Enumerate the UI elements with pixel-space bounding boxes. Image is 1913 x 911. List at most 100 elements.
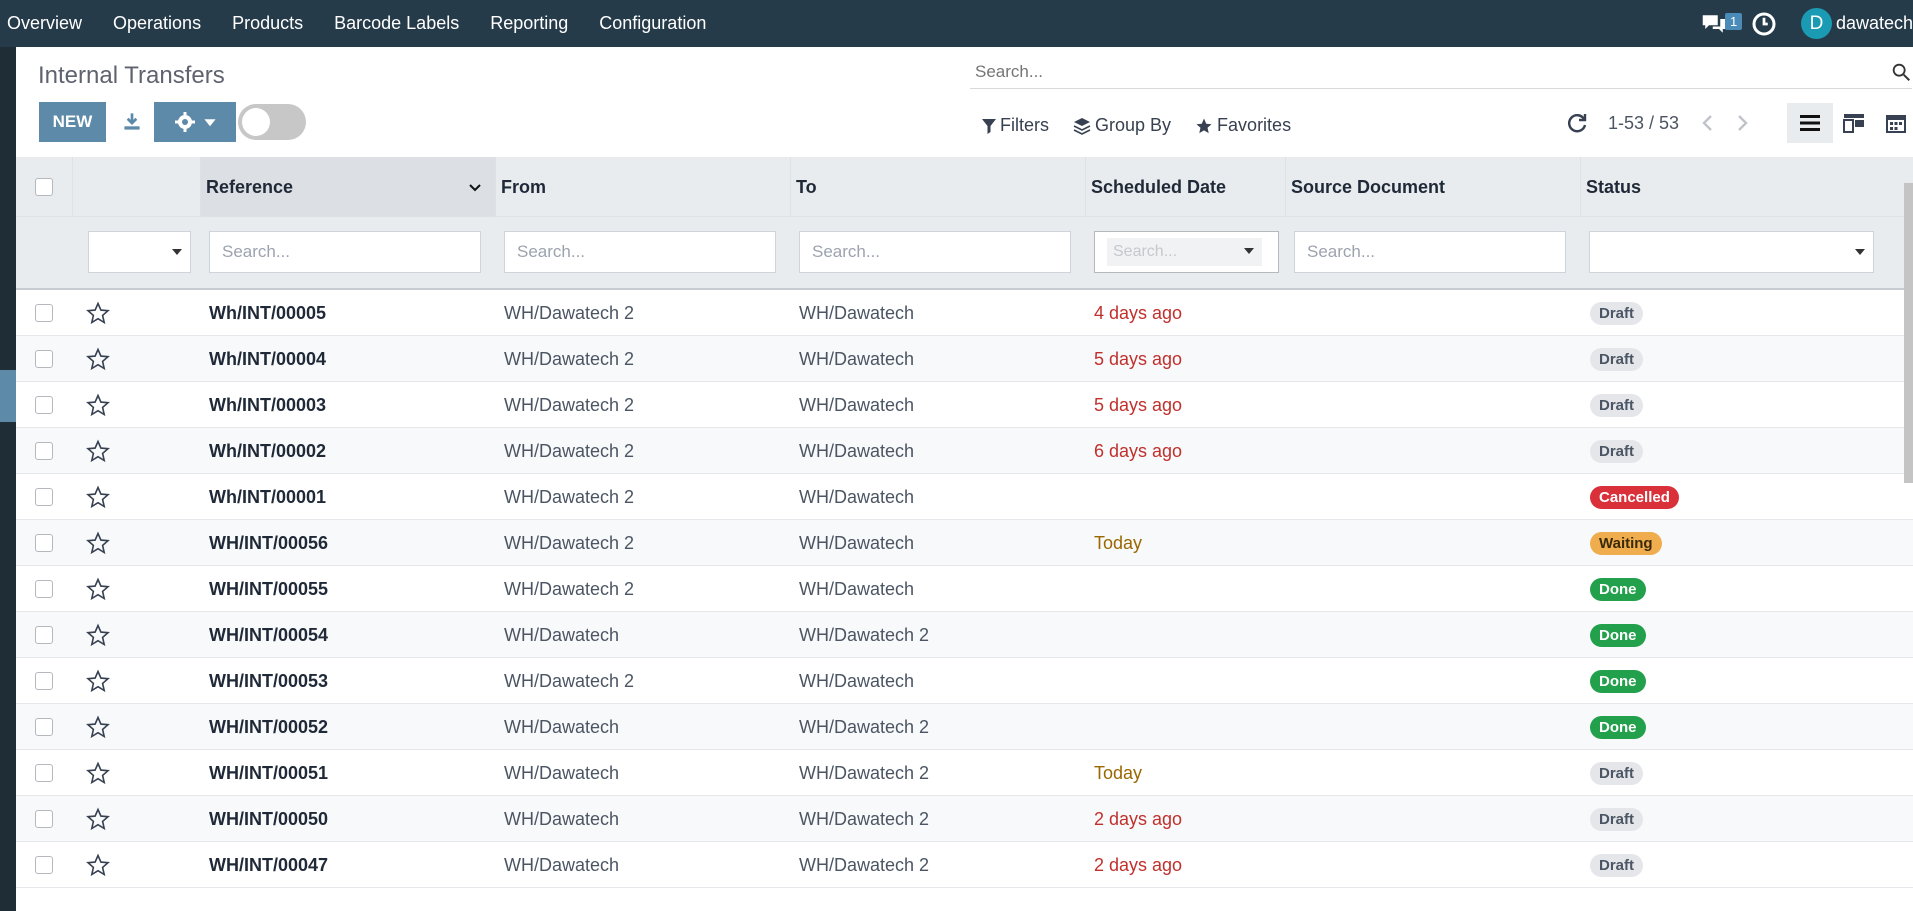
star-outline-icon[interactable]: [86, 669, 110, 693]
row-checkbox[interactable]: [35, 488, 53, 506]
column-from[interactable]: From: [496, 157, 791, 217]
reference-cell[interactable]: WH/INT/00052: [209, 704, 328, 750]
menu-overview[interactable]: Overview: [0, 13, 98, 34]
download-button[interactable]: [119, 109, 145, 135]
vertical-scrollbar[interactable]: [1904, 183, 1913, 483]
column-reference[interactable]: Reference: [201, 157, 496, 217]
row-checkbox[interactable]: [35, 304, 53, 322]
star-outline-icon[interactable]: [86, 347, 110, 371]
row-checkbox[interactable]: [35, 764, 53, 782]
star-outline-icon[interactable]: [86, 853, 110, 877]
row-checkbox[interactable]: [35, 396, 53, 414]
reference-cell[interactable]: Wh/INT/00005: [209, 290, 326, 336]
menu-products[interactable]: Products: [225, 13, 319, 34]
reference-cell[interactable]: Wh/INT/00003: [209, 382, 326, 428]
row-checkbox[interactable]: [35, 718, 53, 736]
reference-cell[interactable]: WH/INT/00054: [209, 612, 328, 658]
star-outline-icon[interactable]: [86, 623, 110, 647]
source-document-filter-input[interactable]: Search...: [1294, 231, 1566, 273]
column-status[interactable]: Status: [1581, 157, 1913, 217]
from-filter-input[interactable]: Search...: [504, 231, 776, 273]
list-view-button[interactable]: [1787, 103, 1833, 143]
menu-barcode-labels[interactable]: Barcode Labels: [327, 13, 475, 34]
status-filter-select[interactable]: [1589, 231, 1874, 273]
reference-filter-input[interactable]: Search...: [209, 231, 481, 273]
row-checkbox[interactable]: [35, 580, 53, 598]
new-button[interactable]: NEW: [39, 102, 106, 142]
from-cell: WH/Dawatech: [504, 624, 620, 645]
table-row[interactable]: Wh/INT/00001 WH/Dawatech 2 WH/Dawatech Canc…: [16, 474, 1913, 520]
row-checkbox[interactable]: [35, 626, 53, 644]
row-checkbox[interactable]: [35, 672, 53, 690]
table-row[interactable]: WH/INT/00056 WH/Dawatech 2 WH/Dawatech Toda…: [16, 520, 1913, 566]
status-cell: Done: [1590, 704, 1646, 750]
user-avatar[interactable]: D: [1800, 8, 1832, 39]
row-checkbox-cell: [35, 842, 55, 888]
chevron-left-icon[interactable]: [1698, 111, 1718, 135]
to-cell: WH/Dawatech: [799, 670, 915, 691]
table-row[interactable]: Wh/INT/00003 WH/Dawatech 2 WH/Dawatech 5 da…: [16, 382, 1913, 428]
menu-operations[interactable]: Operations: [106, 13, 217, 34]
star-outline-icon[interactable]: [86, 393, 110, 417]
search-input[interactable]: [970, 57, 1860, 87]
view-toggle-switch[interactable]: [238, 104, 306, 140]
side-handle[interactable]: [0, 370, 16, 422]
row-checkbox[interactable]: [35, 856, 53, 874]
column-scheduled-date[interactable]: Scheduled Date: [1086, 157, 1286, 217]
activity-button[interactable]: [1749, 9, 1779, 39]
scheduled-date-filter-select[interactable]: Search...: [1094, 231, 1279, 273]
to-cell: WH/Dawatech: [799, 302, 915, 323]
row-checkbox[interactable]: [35, 810, 53, 828]
star-outline-icon[interactable]: [86, 577, 110, 601]
table-row[interactable]: WH/INT/00050 WH/Dawatech WH/Dawatech 2 2 da…: [16, 796, 1913, 842]
row-checkbox[interactable]: [35, 534, 53, 552]
star-outline-icon[interactable]: [86, 531, 110, 555]
chevron-right-icon[interactable]: [1732, 111, 1752, 135]
calendar-icon[interactable]: [1884, 111, 1908, 135]
refresh-icon[interactable]: [1565, 111, 1589, 135]
reference-cell[interactable]: WH/INT/00055: [209, 566, 328, 612]
star-outline-icon[interactable]: [86, 761, 110, 785]
reference-cell[interactable]: WH/INT/00056: [209, 520, 328, 566]
row-checkbox[interactable]: [35, 350, 53, 368]
favorites-button[interactable]: Favorites: [1195, 115, 1291, 136]
reference-cell[interactable]: WH/INT/00051: [209, 750, 328, 796]
filters-button[interactable]: Filters: [982, 115, 1049, 136]
table-row[interactable]: Wh/INT/00002 WH/Dawatech 2 WH/Dawatech 6 da…: [16, 428, 1913, 474]
menu-configuration[interactable]: Configuration: [592, 13, 722, 34]
user-name[interactable]: dawatech: [1836, 13, 1913, 34]
table-row[interactable]: Wh/INT/00005 WH/Dawatech 2 WH/Dawatech 4 da…: [16, 290, 1913, 336]
star-outline-icon[interactable]: [86, 439, 110, 463]
search-icon[interactable]: [1890, 61, 1912, 83]
actions-gear-button[interactable]: [154, 102, 236, 142]
to-filter-input[interactable]: Search...: [799, 231, 1071, 273]
reference-cell[interactable]: WH/INT/00053: [209, 658, 328, 704]
reference-cell[interactable]: WH/INT/00050: [209, 796, 328, 842]
row-checkbox[interactable]: [35, 442, 53, 460]
reference-cell[interactable]: WH/INT/00047: [209, 842, 328, 888]
pager-value[interactable]: 1-53 / 53: [1608, 113, 1679, 134]
star-outline-icon[interactable]: [86, 807, 110, 831]
table-row[interactable]: Wh/INT/00004 WH/Dawatech 2 WH/Dawatech 5 da…: [16, 336, 1913, 382]
from-cell: WH/Dawatech 2: [504, 302, 635, 323]
star-outline-icon[interactable]: [86, 301, 110, 325]
favorite-filter-select[interactable]: [88, 231, 191, 273]
table-row[interactable]: WH/INT/00051 WH/Dawatech WH/Dawatech 2 Toda…: [16, 750, 1913, 796]
table-row[interactable]: WH/INT/00052 WH/Dawatech WH/Dawatech 2 Done: [16, 704, 1913, 750]
table-row[interactable]: WH/INT/00053 WH/Dawatech 2 WH/Dawatech Done: [16, 658, 1913, 704]
table-row[interactable]: WH/INT/00047 WH/Dawatech WH/Dawatech 2 2 da…: [16, 842, 1913, 888]
messaging-button[interactable]: 1: [1699, 9, 1743, 39]
kanban-icon[interactable]: [1842, 111, 1866, 135]
column-to[interactable]: To: [791, 157, 1086, 217]
menu-reporting[interactable]: Reporting: [483, 13, 584, 34]
table-row[interactable]: WH/INT/00055 WH/Dawatech 2 WH/Dawatech Done: [16, 566, 1913, 612]
star-outline-icon[interactable]: [86, 485, 110, 509]
select-all-checkbox[interactable]: [35, 178, 53, 196]
star-outline-icon[interactable]: [86, 715, 110, 739]
reference-cell[interactable]: Wh/INT/00002: [209, 428, 326, 474]
reference-cell[interactable]: Wh/INT/00004: [209, 336, 326, 382]
group-by-button[interactable]: Group By: [1073, 115, 1171, 136]
table-row[interactable]: WH/INT/00054 WH/Dawatech WH/Dawatech 2 Done: [16, 612, 1913, 658]
reference-cell[interactable]: Wh/INT/00001: [209, 474, 326, 520]
column-source-document[interactable]: Source Document: [1286, 157, 1581, 217]
